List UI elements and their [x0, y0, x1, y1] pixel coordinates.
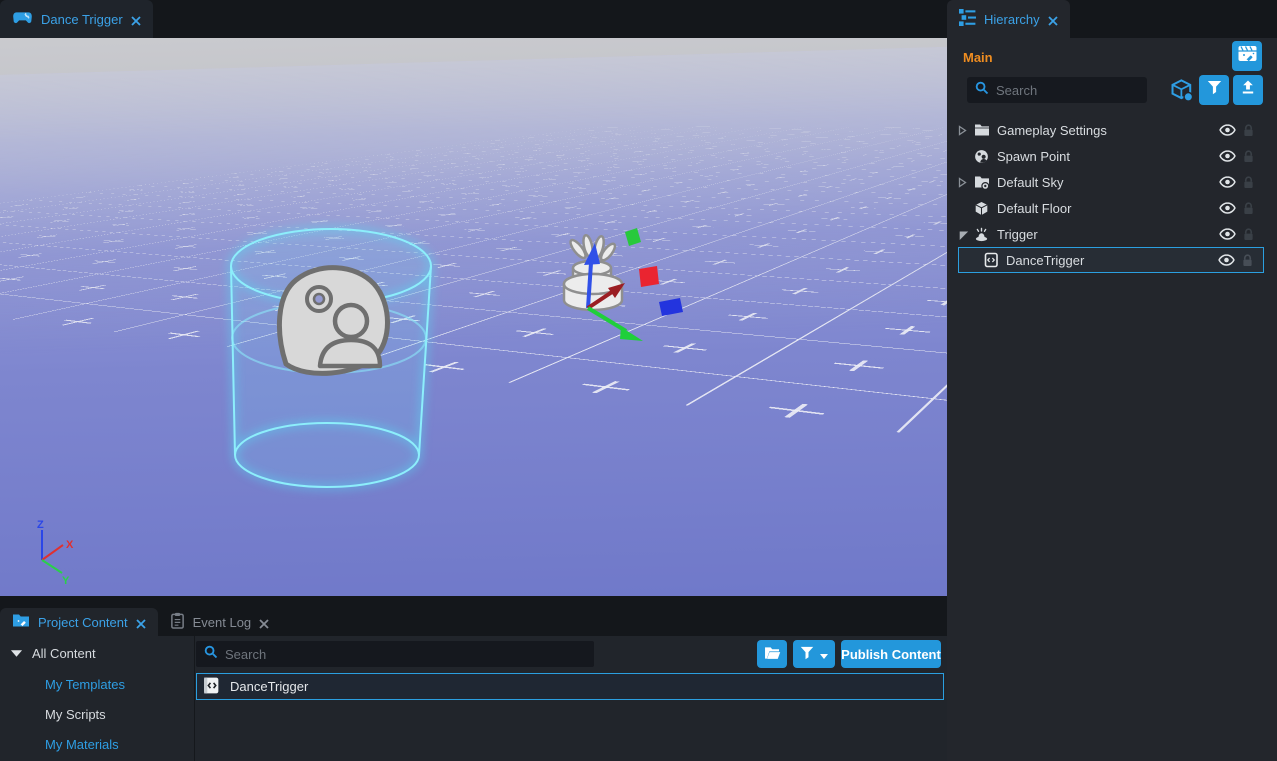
- search-icon: [204, 645, 218, 664]
- publish-content-button[interactable]: Publish Content: [841, 640, 941, 668]
- spawn-point-billboard: [279, 268, 387, 374]
- scene-name-label: Main: [963, 50, 993, 65]
- folder-gear-icon: [973, 175, 990, 190]
- script-icon: [982, 252, 999, 268]
- hierarchy-filter-button[interactable]: [1199, 75, 1229, 105]
- tab-project-content[interactable]: Project Content: [0, 608, 158, 636]
- expand-arrow-icon[interactable]: [958, 125, 973, 136]
- hierarchy-row-spawn-point[interactable]: Spawn Point: [947, 143, 1277, 169]
- hierarchy-row-default-sky[interactable]: Default Sky: [947, 169, 1277, 195]
- hierarchy-row-default-floor[interactable]: Default Floor: [947, 195, 1277, 221]
- axis-z-label: Z: [37, 519, 44, 531]
- folder-rocket-icon: [12, 613, 30, 631]
- expand-arrow-icon[interactable]: [958, 177, 973, 188]
- lock-icon[interactable]: [1243, 176, 1257, 189]
- filter-icon: [1207, 80, 1222, 100]
- upload-icon: [1240, 80, 1256, 100]
- tab-label: Event Log: [193, 615, 252, 630]
- tab-label: Dance Trigger: [41, 12, 123, 27]
- viewport-tabbar: Dance Trigger: [0, 0, 947, 38]
- content-search[interactable]: [196, 641, 594, 667]
- cube-icon: [973, 201, 990, 216]
- trigger-icon: [973, 227, 990, 242]
- open-folder-icon: [764, 646, 781, 663]
- close-icon[interactable]: [1048, 14, 1058, 24]
- hierarchy-icon: [959, 9, 976, 29]
- lock-icon[interactable]: [1242, 254, 1256, 267]
- hierarchy-row-dancetrigger[interactable]: DanceTrigger: [958, 247, 1264, 273]
- hierarchy-row-trigger[interactable]: Trigger: [947, 221, 1277, 247]
- clipboard-icon: [170, 612, 185, 632]
- viewport-3d[interactable]: Z X Y: [0, 38, 947, 596]
- gamepad-wrench-icon: [12, 10, 33, 28]
- lock-icon[interactable]: [1243, 150, 1257, 163]
- search-icon: [975, 81, 989, 100]
- visibility-eye-icon[interactable]: [1219, 228, 1243, 240]
- hierarchy-tabbar: Hierarchy: [947, 0, 1277, 38]
- scene-clapper-icon: [1238, 45, 1257, 67]
- group-objects-icon[interactable]: [1170, 79, 1194, 107]
- tab-dance-trigger[interactable]: Dance Trigger: [0, 0, 153, 38]
- sidebar-item-my-scripts[interactable]: My Scripts: [45, 707, 106, 722]
- chevron-down-icon: [820, 647, 828, 662]
- tab-label: Hierarchy: [984, 12, 1040, 27]
- filter-icon: [800, 646, 814, 663]
- scene-objects: Z X Y: [0, 38, 947, 596]
- close-icon[interactable]: [136, 617, 146, 627]
- search-input[interactable]: [225, 647, 586, 662]
- visibility-eye-icon[interactable]: [1218, 254, 1242, 266]
- visibility-eye-icon[interactable]: [1219, 150, 1243, 162]
- bottom-tabbar: Project Content Event Log: [0, 608, 281, 636]
- axis-y-label: Y: [62, 575, 70, 587]
- lock-icon[interactable]: [1243, 124, 1257, 137]
- sidebar-item-all-content[interactable]: All Content: [10, 646, 96, 661]
- script-icon: [202, 676, 221, 698]
- visibility-eye-icon[interactable]: [1219, 202, 1243, 214]
- visibility-eye-icon[interactable]: [1219, 124, 1243, 136]
- close-icon[interactable]: [259, 617, 269, 627]
- sidebar-item-my-materials[interactable]: My Materials: [45, 737, 119, 752]
- visibility-eye-icon[interactable]: [1219, 176, 1243, 188]
- lock-icon[interactable]: [1243, 228, 1257, 241]
- hierarchy-tree: Gameplay Settings Spawn Point: [947, 117, 1277, 273]
- hierarchy-search[interactable]: [967, 77, 1147, 103]
- editor-window: Dance Trigger: [0, 0, 1277, 761]
- trigger-billboard: [564, 234, 622, 310]
- hierarchy-panel: Hierarchy Main: [947, 0, 1277, 761]
- spawn-point-icon: [973, 149, 990, 164]
- content-item-dancetrigger[interactable]: DanceTrigger: [196, 673, 944, 700]
- expand-down-icon[interactable]: [10, 646, 23, 661]
- export-button[interactable]: [1233, 75, 1263, 105]
- content-sidebar: All Content My Templates My Scripts My M…: [0, 636, 195, 761]
- project-content-panel: Project Content Event Log: [0, 596, 947, 761]
- tab-label: Project Content: [38, 615, 128, 630]
- tab-hierarchy[interactable]: Hierarchy: [947, 0, 1070, 38]
- folder-icon: [973, 123, 990, 137]
- axis-indicator: Z X Y: [37, 519, 74, 587]
- close-icon[interactable]: [131, 14, 141, 24]
- search-input[interactable]: [996, 83, 1139, 98]
- axis-x-label: X: [66, 539, 74, 551]
- collapse-arrow-icon[interactable]: [958, 229, 973, 240]
- tab-event-log[interactable]: Event Log: [158, 608, 282, 636]
- content-filter-button[interactable]: [793, 640, 835, 668]
- lock-icon[interactable]: [1243, 202, 1257, 215]
- sidebar-item-my-templates[interactable]: My Templates: [45, 677, 125, 692]
- hierarchy-row-gameplay-settings[interactable]: Gameplay Settings: [947, 117, 1277, 143]
- scene-settings-button[interactable]: [1232, 41, 1262, 71]
- import-content-button[interactable]: [757, 640, 787, 668]
